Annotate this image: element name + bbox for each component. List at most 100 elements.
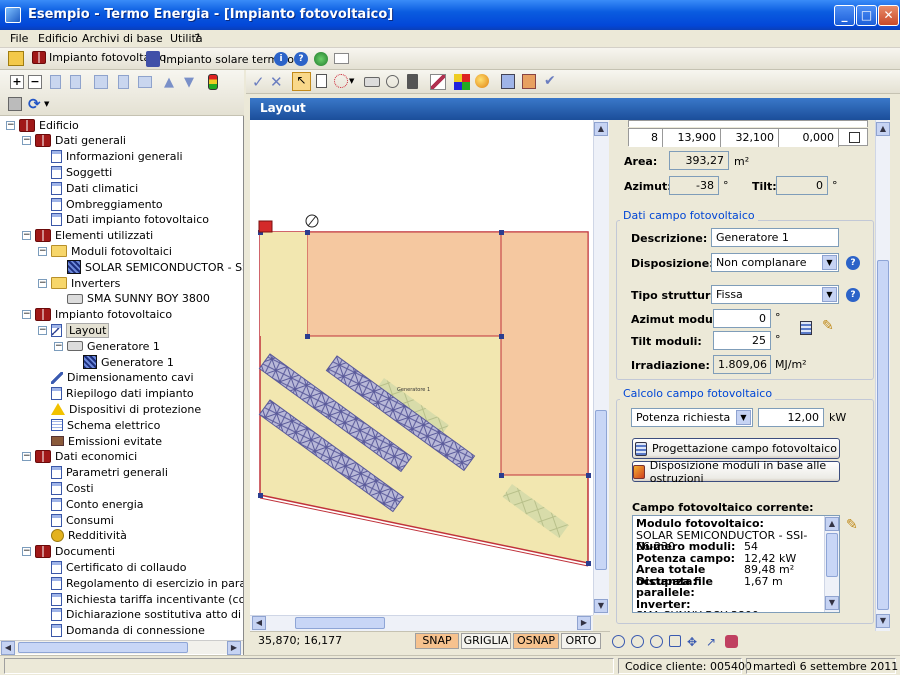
canvas-vscroll-thumb[interactable] bbox=[595, 410, 607, 570]
solar-thermal-button[interactable]: Impianto solare termico bbox=[146, 51, 294, 67]
tree-collapse-icon[interactable]: − bbox=[38, 325, 47, 335]
vertex-z[interactable]: 0,000 bbox=[779, 129, 839, 147]
tree-item[interactable]: Conto energia bbox=[38, 496, 144, 512]
calcolo-mode-select[interactable]: Potenza richiesta ▼ bbox=[631, 408, 753, 427]
tree-item[interactable]: SMA SUNNY BOY 3800 bbox=[54, 291, 210, 307]
canvas-scroll-right[interactable]: ▶ bbox=[577, 616, 591, 630]
maximize-button[interactable]: □ bbox=[856, 5, 877, 26]
tree-item[interactable]: − Moduli fotovoltaici bbox=[38, 243, 172, 259]
zoom-window-icon[interactable] bbox=[650, 634, 663, 648]
menu-file[interactable]: File bbox=[4, 31, 34, 46]
eraser-icon[interactable] bbox=[725, 634, 738, 648]
open-folder-icon[interactable] bbox=[8, 51, 24, 66]
tree-item[interactable]: − Elementi utilizzati bbox=[22, 228, 153, 244]
tree-collapse-icon[interactable]: − bbox=[22, 547, 31, 557]
layout-canvas[interactable]: Generatore 1 bbox=[250, 120, 593, 615]
tree-item[interactable]: Emissioni evitate bbox=[38, 433, 162, 449]
tree-item[interactable]: Dimensionamento cavi bbox=[38, 370, 194, 386]
color-icon[interactable] bbox=[454, 74, 470, 90]
tree-item[interactable]: Parametri generali bbox=[38, 465, 168, 481]
move-up-icon[interactable]: ▲ bbox=[164, 75, 174, 90]
canvas-horizontal-scrollbar[interactable]: ◀ ▶ bbox=[250, 615, 593, 631]
tipo-struttura-select[interactable]: Fissa ▼ bbox=[711, 285, 839, 304]
orto-button[interactable]: ORTO bbox=[561, 633, 601, 649]
campo-corrente-memo[interactable]: Modulo fotovoltaico: SOLAR SEMICONDUCTOR … bbox=[632, 515, 840, 613]
info-icon[interactable]: i bbox=[274, 52, 288, 66]
canvas-scroll-left[interactable]: ◀ bbox=[252, 616, 266, 630]
scroll-right-arrow[interactable]: ▶ bbox=[227, 641, 241, 655]
roof-drawing[interactable] bbox=[250, 120, 593, 615]
web-icon[interactable] bbox=[314, 52, 328, 66]
canvas-scroll-down[interactable]: ▼ bbox=[594, 599, 608, 613]
tree-item[interactable]: Redditività bbox=[38, 528, 127, 544]
check-list-icon[interactable]: ✔ bbox=[544, 73, 556, 89]
copy-icon[interactable] bbox=[70, 75, 81, 89]
calculator-icon[interactable] bbox=[800, 321, 812, 335]
tree-item[interactable]: Riepilogo dati impianto bbox=[38, 386, 194, 402]
help-icon[interactable]: ? bbox=[294, 52, 308, 66]
shape-icon[interactable] bbox=[334, 74, 348, 88]
tilt-moduli-input[interactable]: 25 bbox=[713, 331, 771, 350]
move-icon[interactable]: ↗ bbox=[706, 635, 719, 649]
memo-scroll-thumb[interactable] bbox=[826, 533, 838, 577]
move-down-icon[interactable]: ▼ bbox=[184, 75, 194, 90]
tree-horizontal-scrollbar[interactable]: ◀ ▶ bbox=[0, 640, 243, 655]
minimize-button[interactable]: _ bbox=[834, 5, 855, 26]
save-icon[interactable] bbox=[501, 74, 515, 89]
clock-icon[interactable] bbox=[386, 75, 399, 88]
menu-help[interactable]: ? bbox=[188, 31, 206, 46]
tree-collapse-icon[interactable]: − bbox=[54, 341, 63, 351]
zoom-in-icon[interactable] bbox=[612, 634, 625, 648]
chevron-down-icon[interactable]: ▼ bbox=[736, 410, 751, 425]
tree-item[interactable]: Dichiarazione sostitutiva atto di notori… bbox=[38, 607, 243, 623]
tree-collapse-icon[interactable]: − bbox=[22, 136, 31, 146]
vertex-checkbox[interactable] bbox=[849, 132, 860, 143]
select-pointer-icon[interactable]: ↖ bbox=[292, 72, 311, 91]
potenza-input[interactable]: 12,00 bbox=[758, 408, 824, 427]
scroll-thumb[interactable] bbox=[18, 642, 188, 653]
tipo-struttura-help-icon[interactable]: ? bbox=[846, 288, 860, 302]
mail-icon[interactable] bbox=[334, 53, 349, 64]
tree-item[interactable]: − Dati generali bbox=[22, 133, 126, 149]
paste-icon[interactable] bbox=[94, 75, 108, 89]
tree-item[interactable]: Domanda di connessione bbox=[38, 623, 205, 639]
refresh-icon[interactable]: ⟳ bbox=[28, 95, 41, 113]
properties-scroll-thumb[interactable] bbox=[877, 260, 889, 610]
zoom-extents-icon[interactable] bbox=[669, 635, 681, 647]
refresh-dropdown-icon[interactable]: ▼ bbox=[44, 100, 49, 108]
tree-collapse-icon[interactable]: − bbox=[22, 310, 31, 320]
memo-wand-icon[interactable]: ✎ bbox=[846, 517, 858, 533]
pan-icon[interactable]: ✥ bbox=[687, 635, 700, 649]
canvas-vertical-scrollbar[interactable]: ▲ ▼ bbox=[593, 120, 609, 615]
sun-icon[interactable] bbox=[475, 74, 489, 88]
disposizione-select[interactable]: Non complanare ▼ bbox=[711, 253, 839, 272]
delete-icon[interactable] bbox=[407, 74, 418, 89]
tree-collapse-icon[interactable]: − bbox=[6, 120, 15, 130]
properties-scroll-down[interactable]: ▼ bbox=[876, 614, 890, 628]
snap-button[interactable]: SNAP bbox=[415, 633, 459, 649]
vertex-y[interactable]: 32,100 bbox=[721, 129, 779, 147]
tree-item[interactable]: Richiesta tariffa incentivante (conto en… bbox=[38, 591, 243, 607]
confirm-icon[interactable]: ✓ bbox=[252, 73, 265, 91]
menu-archivi[interactable]: Archivi di base bbox=[76, 31, 169, 46]
tree-item[interactable]: − Generatore 1 bbox=[54, 338, 160, 354]
tree-collapse-icon[interactable]: − bbox=[22, 452, 31, 462]
expand-all-button[interactable]: + bbox=[10, 75, 24, 89]
tree-item[interactable]: Schema elettrico bbox=[38, 417, 160, 433]
tree-collapse-icon[interactable]: − bbox=[38, 246, 47, 256]
descrizione-input[interactable]: Generatore 1 bbox=[711, 228, 839, 247]
vertex-table-row[interactable]: 8 13,900 32,100 0,000 bbox=[628, 128, 868, 147]
canvas-scroll-up[interactable]: ▲ bbox=[594, 122, 608, 136]
new-page-icon[interactable] bbox=[316, 74, 327, 88]
disposizione-help-icon[interactable]: ? bbox=[846, 256, 860, 270]
properties-icon[interactable] bbox=[118, 75, 129, 89]
tree-item[interactable]: Dispositivi di protezione bbox=[38, 401, 201, 417]
tree-item[interactable]: − Impianto fotovoltaico bbox=[22, 307, 172, 323]
group-icon[interactable] bbox=[138, 76, 152, 88]
tree-item[interactable]: Dati climatici bbox=[38, 180, 138, 196]
tree-item[interactable]: Certificato di collaudo bbox=[38, 559, 186, 575]
traffic-light-icon[interactable] bbox=[208, 74, 218, 90]
griglia-button[interactable]: GRIGLIA bbox=[461, 633, 511, 649]
title-bar[interactable]: Esempio - Termo Energia - [Impianto foto… bbox=[0, 0, 900, 30]
properties-scrollbar[interactable]: ▲ ▼ bbox=[875, 120, 890, 631]
